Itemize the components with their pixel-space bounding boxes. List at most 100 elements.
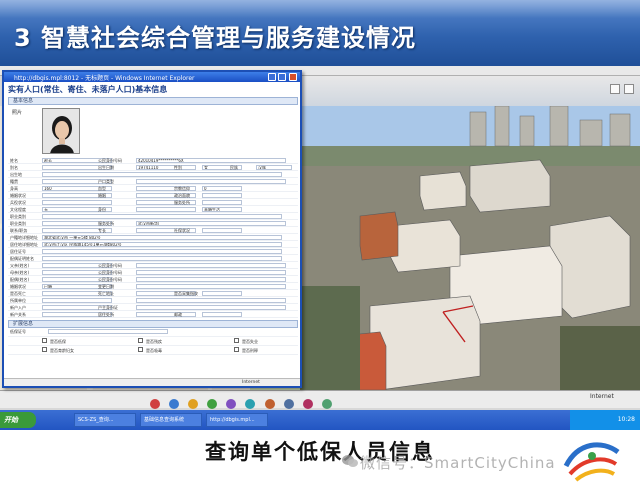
field-value[interactable]: 未婚生活 [202, 207, 242, 212]
form-row: 出生地 [8, 171, 298, 178]
map-header [300, 76, 640, 106]
field-value[interactable] [136, 207, 196, 212]
ie-titlebar: http://dbgis.mpl:8012 - 无标题页 - Windows I… [4, 72, 300, 82]
field-label: 公民身份号码 [98, 158, 122, 163]
field-value[interactable]: 武汉市江汉区 民族路145号1单元4楼802号 [42, 242, 282, 247]
checkbox[interactable] [138, 347, 143, 352]
form-row: 别名 出生日期 19741110 性别女民族 汉族 [8, 164, 298, 171]
field-value[interactable]: 0 [202, 186, 242, 191]
checkbox-row: 是否育龄妇女 是否吸毒 是否刑释 [8, 346, 298, 355]
resident-info-form: 实有人口(常住、寄住、未落户人口)基本信息 基本信息 照片 姓名 赵芳 公民身份号码… [8, 84, 298, 382]
header-shine [0, 0, 640, 18]
watermark-text: 微信号：SmartCityChina [360, 454, 556, 472]
field-label: 是否采集指纹 [174, 291, 198, 296]
field-value[interactable] [202, 291, 242, 296]
slide-title: 3 智慧社会综合管理与服务建设情况 [14, 24, 417, 52]
form-row: 配偶(姓名) 公民身份号码 [8, 276, 298, 283]
window-icon[interactable] [610, 84, 620, 94]
field-value[interactable] [202, 193, 242, 198]
tool-icon[interactable] [302, 399, 313, 409]
field-value[interactable] [136, 284, 286, 289]
checkbox-label: 是否残疾 [146, 339, 162, 344]
checkbox[interactable] [138, 338, 143, 343]
field-label: 职业类别 [10, 214, 26, 219]
taskbar-item[interactable]: http://dbgis.mpl... [206, 413, 268, 427]
wechat-icon [342, 455, 358, 467]
field-value[interactable] [42, 298, 112, 303]
field-value[interactable]: 19741110 [136, 165, 196, 170]
form-row: 父亲(姓名) 公民身份号码 [8, 262, 298, 269]
field-label: 专长 [98, 228, 106, 233]
slide-header: 3 智慧社会综合管理与服务建设情况 [0, 0, 640, 66]
form-row: 新户入户 户主身份证 [8, 304, 298, 311]
tool-icon[interactable] [264, 399, 275, 409]
field-label: 身份 [98, 207, 106, 212]
form-row: 文化程度无身份 未婚生活 [8, 206, 298, 213]
tool-icon[interactable] [283, 399, 294, 409]
close-button[interactable] [289, 73, 297, 81]
checkbox-row: 是否低保 是否残疾 是否失业 [8, 337, 298, 346]
smartcity-logo-icon [563, 442, 620, 482]
field-value[interactable] [42, 172, 282, 177]
maximize-button[interactable] [278, 73, 286, 81]
map-status-zone: Internet [590, 393, 614, 400]
ie-popup-window: http://dbgis.mpl:8012 - 无标题页 - Windows I… [2, 70, 302, 388]
tool-icon[interactable] [150, 399, 160, 409]
field-value[interactable] [136, 305, 286, 310]
field-value[interactable] [136, 298, 286, 303]
section-basic-info[interactable]: 基本信息 [8, 97, 298, 105]
form-fields: 姓名 赵芳 公民身份号码 42010419**********6X 别名 出生日期 1974… [8, 157, 298, 318]
form-row: 所属单位 [8, 297, 298, 304]
form-row: 兵役状况 服务处所 [8, 199, 298, 206]
taskbar-item[interactable]: 基础信息查询系统 [140, 413, 202, 427]
start-button[interactable]: 开始 [0, 412, 36, 428]
field-label: 身高 [10, 186, 18, 191]
field-label: 籍贯 [10, 179, 18, 184]
photo-label: 照片 [12, 110, 23, 116]
windows-taskbar: 开始 SCS-ZS_查询... 基础信息查询系统 http://dbgis.mp… [0, 410, 640, 430]
field-label: 户主身份证 [98, 305, 118, 310]
field-value[interactable] [202, 228, 242, 233]
window-icon[interactable] [624, 84, 634, 94]
checkbox[interactable] [42, 347, 47, 352]
field-value[interactable] [48, 329, 168, 334]
resident-photo [42, 108, 80, 154]
field-value[interactable] [136, 179, 286, 184]
checkbox[interactable] [42, 338, 47, 343]
form-row: 联系/职务 专长 社保状况 [8, 227, 298, 234]
section-extended-info[interactable]: 扩展信息 [8, 320, 298, 328]
field-value[interactable] [136, 270, 286, 275]
checkbox-label: 是否刑释 [242, 348, 258, 353]
form-row: 母亲(姓名) 公民身份号码 [8, 269, 298, 276]
field-value[interactable] [202, 200, 242, 205]
field-value[interactable] [202, 312, 242, 317]
field-value[interactable] [42, 200, 112, 205]
field-label: 婚姻状况 [10, 284, 26, 289]
tool-icon[interactable] [321, 399, 332, 409]
form-row: 低保证号 [8, 328, 298, 337]
taskbar-item[interactable]: SCS-ZS_查询... [74, 413, 136, 427]
field-value[interactable] [136, 312, 196, 317]
field-label: 新户关系 [10, 312, 26, 317]
field-label: 低保证号 [10, 329, 26, 334]
field-label: 户籍地详细地址 [10, 235, 38, 240]
field-value[interactable] [136, 277, 286, 282]
field-label: 新户入户 [10, 305, 26, 310]
field-value[interactable] [136, 263, 286, 268]
map-3d-view[interactable] [300, 106, 640, 390]
field-label: 婚姻 [98, 193, 106, 198]
field-value[interactable]: 42010419**********6X [136, 158, 286, 163]
field-value[interactable]: 武汉市新华厂 [136, 221, 286, 226]
ie-status-zone: Internet [242, 380, 260, 385]
field-value[interactable] [42, 256, 282, 261]
field-value[interactable]: 汉族 [256, 165, 292, 170]
field-label: 性别 [174, 165, 182, 170]
field-label: 死亡地址 [98, 291, 114, 296]
minimize-button[interactable] [268, 73, 276, 81]
checkbox[interactable] [234, 338, 239, 343]
field-label: 公民身份号码 [98, 277, 122, 282]
field-value[interactable] [42, 214, 282, 219]
field-value[interactable]: 湖北省武汉市 一单元5楼 802号 [42, 235, 282, 240]
field-value[interactable] [42, 249, 282, 254]
checkbox[interactable] [234, 347, 239, 352]
